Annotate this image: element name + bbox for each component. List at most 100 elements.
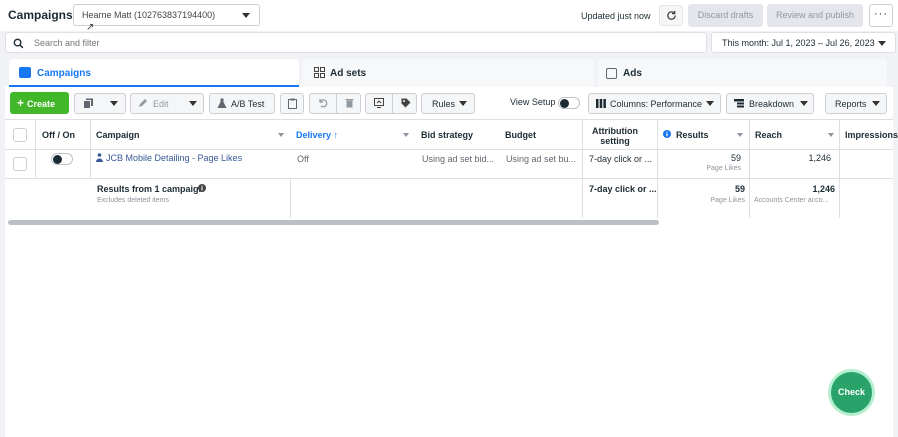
column-header-attribution[interactable]: Attribution setting bbox=[588, 123, 642, 151]
undo-delete-group bbox=[309, 93, 361, 114]
refresh-button[interactable] bbox=[659, 5, 683, 26]
preview-icon bbox=[374, 98, 384, 108]
chevron-down-icon bbox=[459, 101, 467, 106]
summary-results-type: Page Likes bbox=[710, 197, 745, 204]
tab-ad-sets[interactable]: Ad sets bbox=[302, 59, 594, 87]
campaign-toggle[interactable] bbox=[51, 153, 73, 165]
campaign-name-link[interactable]: JCB Mobile Detailing - Page Likes bbox=[106, 153, 242, 163]
preview-button[interactable] bbox=[366, 94, 392, 113]
header-divider bbox=[5, 149, 893, 150]
info-icon[interactable] bbox=[198, 184, 206, 192]
columns-button[interactable]: Columns: Performance bbox=[588, 93, 721, 114]
more-options-button[interactable]: ··· bbox=[869, 4, 893, 27]
row-checkbox[interactable] bbox=[13, 157, 27, 171]
tab-label: Ads bbox=[623, 68, 642, 79]
flask-icon bbox=[217, 98, 227, 108]
tab-label: Campaigns bbox=[37, 68, 91, 79]
trash-icon bbox=[345, 99, 354, 108]
create-button[interactable]: + Create bbox=[10, 92, 69, 114]
column-header-budget[interactable]: Budget bbox=[505, 121, 536, 149]
sort-caret-icon[interactable] bbox=[828, 133, 834, 137]
duplicate-icon bbox=[83, 98, 93, 109]
updated-status: Updated just now bbox=[581, 11, 651, 21]
toggle-knob bbox=[53, 155, 62, 164]
sort-caret-icon[interactable] bbox=[403, 133, 409, 137]
clipboard-button[interactable] bbox=[280, 93, 304, 114]
chevron-down-icon bbox=[706, 101, 714, 106]
search-input[interactable] bbox=[34, 36, 694, 50]
clipboard-icon bbox=[288, 98, 297, 109]
results-value: 59 bbox=[730, 153, 741, 163]
ad-icon bbox=[606, 68, 617, 79]
duplicate-button[interactable] bbox=[74, 93, 126, 114]
column-header-delivery[interactable]: Delivery ↑ bbox=[296, 121, 338, 149]
horizontal-scrollbar[interactable] bbox=[8, 220, 659, 225]
results-type: Page Likes bbox=[706, 165, 741, 172]
attribution-value: 7-day click or ... bbox=[589, 154, 653, 164]
delivery-status: Off bbox=[297, 154, 309, 164]
select-all-checkbox[interactable] bbox=[13, 128, 27, 142]
column-divider bbox=[749, 119, 750, 218]
undo-button[interactable] bbox=[310, 94, 336, 113]
tab-ads[interactable]: Ads bbox=[598, 59, 887, 87]
chevron-down-icon bbox=[189, 101, 197, 106]
date-range-picker[interactable]: This month: Jul 1, 2023 – Jul 26, 2023 bbox=[711, 32, 896, 53]
column-header-results[interactable]: Results bbox=[676, 121, 709, 149]
campaign-panel: + Create Edit A/B Test Rules View Setup … bbox=[5, 87, 898, 437]
search-bar[interactable] bbox=[5, 32, 707, 53]
date-range-label: This month: Jul 1, 2023 – Jul 26, 2023 bbox=[722, 38, 875, 48]
pencil-icon bbox=[139, 99, 147, 107]
row-divider bbox=[5, 178, 893, 179]
tab-campaigns[interactable]: Campaigns bbox=[9, 59, 299, 87]
grid-icon bbox=[314, 67, 325, 78]
summary-results: 59 bbox=[734, 184, 745, 194]
tag-icon bbox=[401, 98, 411, 108]
column-divider bbox=[90, 119, 91, 178]
breakdown-button[interactable]: Breakdown bbox=[726, 93, 814, 114]
toggle-knob bbox=[560, 99, 569, 108]
review-publish-button[interactable]: Review and publish bbox=[767, 4, 863, 27]
column-header-bid-strategy[interactable]: Bid strategy bbox=[421, 121, 473, 149]
info-icon[interactable] bbox=[663, 130, 671, 138]
column-divider bbox=[839, 119, 840, 218]
column-divider bbox=[582, 119, 583, 218]
undo-icon bbox=[319, 99, 328, 108]
column-header-off-on[interactable]: Off / On bbox=[42, 121, 75, 149]
page-title: Campaigns bbox=[8, 8, 73, 22]
refresh-icon bbox=[667, 10, 676, 20]
preview-tag-group bbox=[365, 93, 417, 114]
chevron-down-icon bbox=[800, 101, 808, 106]
person-icon bbox=[96, 153, 103, 162]
column-header-reach[interactable]: Reach bbox=[755, 121, 782, 149]
tab-label: Ad sets bbox=[330, 68, 367, 79]
reports-button[interactable]: Reports bbox=[825, 93, 887, 114]
sort-caret-icon[interactable] bbox=[278, 133, 284, 137]
sort-caret-icon[interactable] bbox=[737, 133, 743, 137]
column-header-campaign[interactable]: Campaign bbox=[96, 121, 140, 149]
budget-value: Using ad set bu... bbox=[506, 154, 577, 164]
edit-label: Edit bbox=[153, 99, 169, 109]
summary-note: Excludes deleted items bbox=[97, 197, 169, 204]
check-button[interactable]: Check bbox=[831, 372, 872, 413]
edit-button[interactable]: Edit bbox=[130, 93, 204, 114]
chevron-down-icon bbox=[878, 41, 886, 46]
discard-drafts-button[interactable]: Discard drafts bbox=[688, 4, 763, 27]
columns-icon bbox=[596, 99, 606, 108]
ab-test-button[interactable]: A/B Test bbox=[209, 93, 275, 114]
summary-reach: 1,246 bbox=[812, 184, 835, 194]
columns-label: Columns: Performance bbox=[610, 99, 703, 109]
column-header-impressions[interactable]: Impressions bbox=[845, 121, 898, 149]
chevron-down-icon bbox=[872, 101, 880, 106]
plus-icon: + bbox=[17, 96, 25, 110]
rules-button[interactable]: Rules bbox=[421, 93, 475, 114]
view-setup-toggle[interactable] bbox=[558, 97, 580, 109]
reports-label: Reports bbox=[835, 99, 867, 109]
breakdown-icon bbox=[734, 99, 744, 108]
rules-label: Rules bbox=[432, 99, 456, 109]
reach-value: 1,246 bbox=[808, 153, 831, 163]
top-header: Campaigns Hearne Matt (102763837194400) … bbox=[0, 0, 898, 33]
ab-test-label: A/B Test bbox=[231, 99, 265, 109]
account-selector[interactable]: Hearne Matt (102763837194400) bbox=[73, 4, 260, 26]
tag-button[interactable] bbox=[392, 94, 418, 113]
delete-button[interactable] bbox=[336, 94, 362, 113]
